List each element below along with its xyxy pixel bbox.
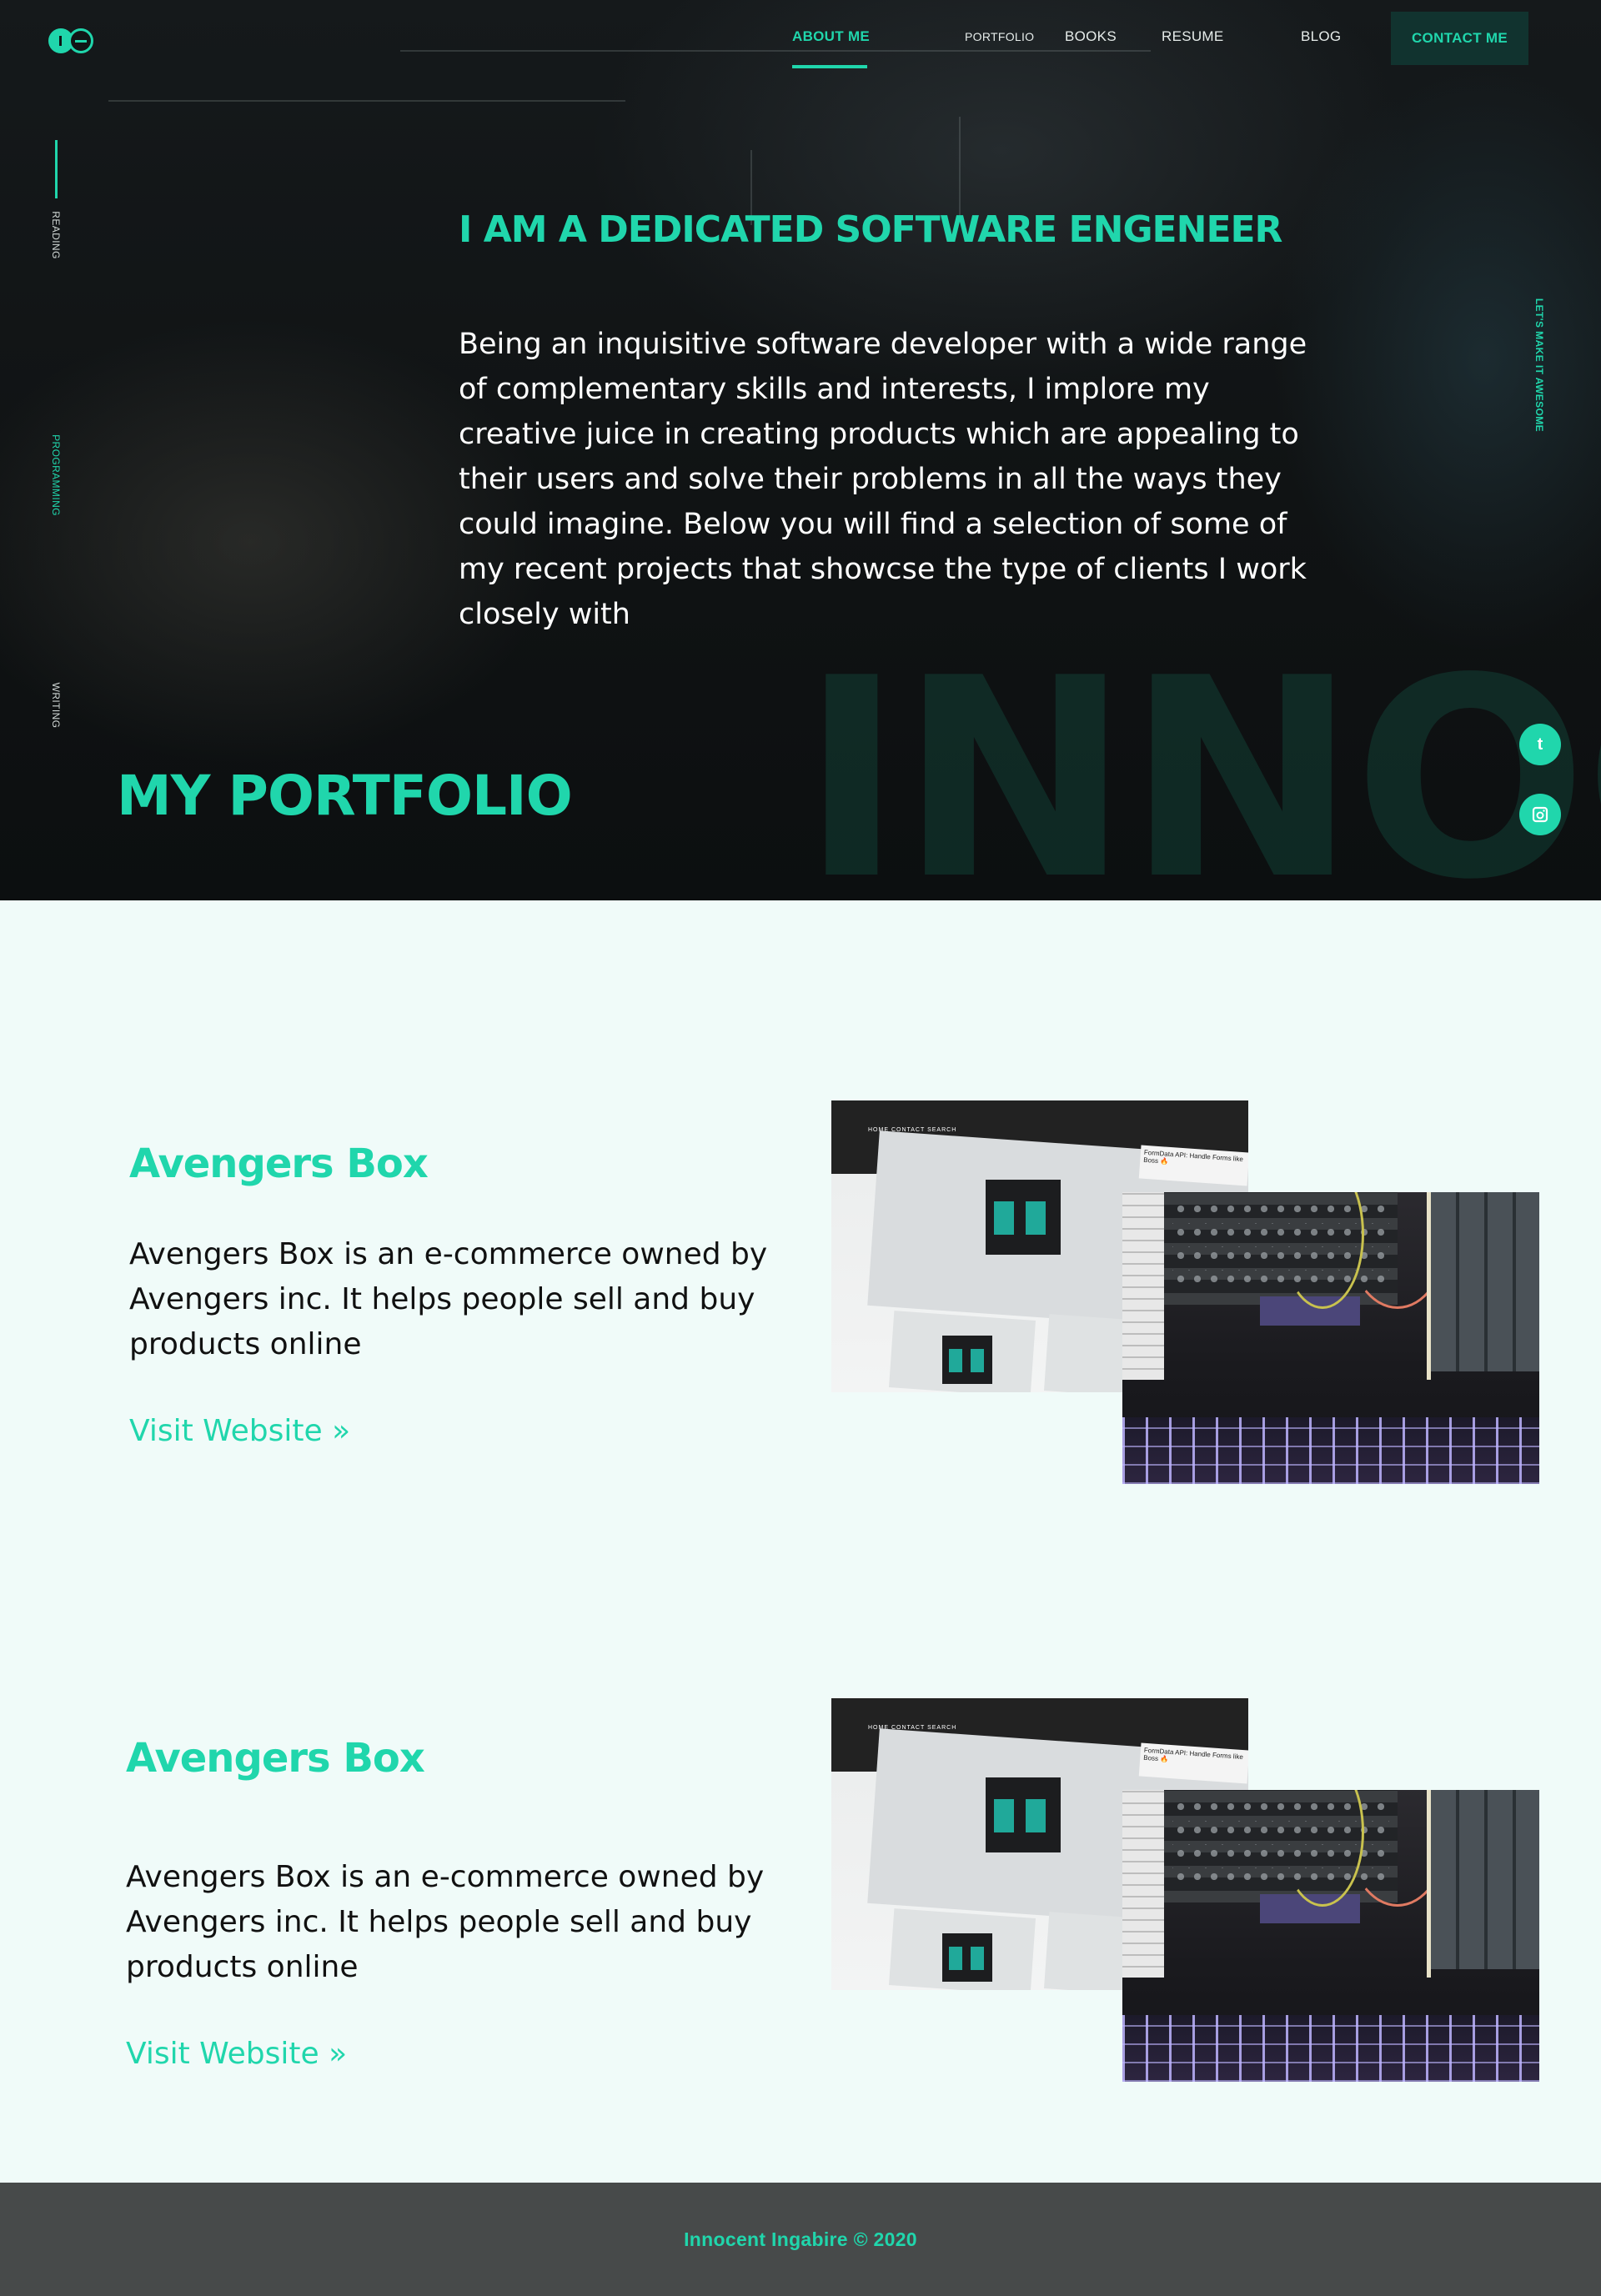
tagline-vertical: LET'S MAKE IT AWESOME <box>1533 298 1545 433</box>
project-screenshot <box>1122 1192 1539 1484</box>
photo-detail <box>1122 1192 1164 1380</box>
nav-resume[interactable]: RESUME <box>1162 28 1224 45</box>
hero-title: I AM A DEDICATED SOFTWARE ENGENEER <box>459 208 1282 251</box>
logo[interactable] <box>48 27 98 55</box>
background-decoration <box>959 117 961 217</box>
project-title: Avengers Box <box>126 1735 425 1782</box>
hero-watermark: INNOC <box>800 619 1601 900</box>
screenshot-logo-tile <box>986 1777 1061 1852</box>
visit-website-link[interactable]: Visit Website » <box>126 2037 347 2071</box>
nav-active-indicator <box>792 65 867 68</box>
hero-section: INNOC ABOUT ME PORTFOLIO BOOKS RESUME BL… <box>0 0 1601 900</box>
nav-books[interactable]: BOOKS <box>1065 28 1117 45</box>
photo-detail <box>1122 1417 1539 1484</box>
contact-me-button[interactable]: CONTACT ME <box>1391 12 1528 65</box>
screenshot-logo-tile <box>986 1180 1061 1255</box>
tumblr-icon: t <box>1537 734 1543 754</box>
instagram-link[interactable] <box>1519 794 1561 835</box>
project-description: Avengers Box is an e-commerce owned by A… <box>126 1860 765 1984</box>
project-description: Avengers Box is an e-commerce owned by A… <box>129 1237 768 1361</box>
nav-blog[interactable]: BLOG <box>1301 28 1341 45</box>
portfolio-heading: MY PORTFOLIO <box>117 764 573 828</box>
logo-mark <box>59 36 62 46</box>
visit-website-link[interactable]: Visit Website » <box>129 1414 350 1448</box>
footer: Innocent Ingabire © 2020 <box>0 2183 1601 2296</box>
logo-mark <box>75 40 87 43</box>
side-nav-programming[interactable]: PROGRAMMING <box>50 434 62 516</box>
project-title: Avengers Box <box>129 1140 429 1187</box>
side-nav-reading[interactable]: READING <box>50 211 62 258</box>
nav-portfolio[interactable]: PORTFOLIO <box>965 30 1034 43</box>
hero-intro-text: Being an inquisitive software developer … <box>459 328 1307 631</box>
photo-detail <box>1122 1790 1164 1978</box>
photo-detail <box>1431 1790 1539 1969</box>
nav-about-me[interactable]: ABOUT ME <box>792 28 870 45</box>
background-decoration <box>400 50 1151 52</box>
instagram-icon <box>1532 806 1548 823</box>
screenshot-logo-tile <box>942 1336 992 1384</box>
tumblr-link[interactable]: t <box>1519 724 1561 765</box>
side-nav-writing[interactable]: WRITING <box>50 683 62 729</box>
project-screenshot <box>1122 1790 1539 2082</box>
photo-detail <box>1431 1192 1539 1371</box>
photo-detail <box>1122 2015 1539 2082</box>
screenshot-logo-tile <box>942 1933 992 1982</box>
footer-copyright: Innocent Ingabire © 2020 <box>684 2228 917 2250</box>
background-decoration <box>108 100 625 102</box>
side-nav-active-indicator <box>55 140 58 198</box>
